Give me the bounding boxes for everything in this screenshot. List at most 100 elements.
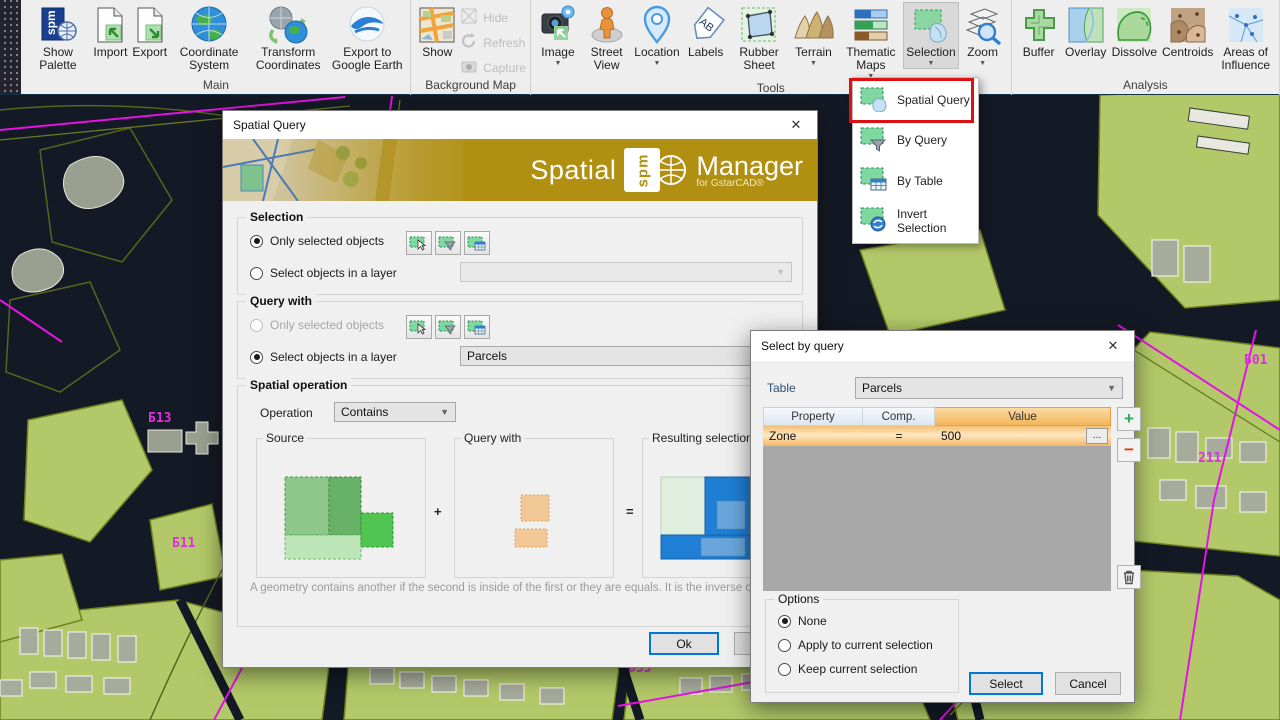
capture-background-button[interactable]: Capture [460, 57, 526, 78]
options-groupbox: Options None Apply to current selection … [765, 599, 959, 693]
by-table-icon [859, 166, 889, 195]
spatial-operation-groupbox: Spatial operation Operation Contains ▼ S… [237, 385, 803, 627]
clear-conditions-button[interactable] [1117, 565, 1141, 589]
radio-apply-to-current-selection[interactable]: Apply to current selection [778, 638, 933, 652]
select-button[interactable]: Select [969, 672, 1043, 695]
add-condition-button[interactable]: + [1117, 407, 1141, 431]
table-selection-button[interactable] [464, 231, 490, 255]
coordinate-system-button[interactable]: Coordinate System [170, 3, 248, 73]
radio-query-only-selected[interactable]: Only selected objects [250, 318, 384, 332]
menu-item-invert-selection[interactable]: Invert Selection [853, 201, 978, 241]
zoom-button[interactable]: Zoom ▼ [959, 3, 1007, 68]
refresh-icon [460, 32, 478, 53]
filter-query-button[interactable] [435, 315, 461, 339]
dialog-titlebar[interactable]: Select by query ✕ [751, 331, 1134, 361]
filter-selection-button[interactable] [435, 231, 461, 255]
operation-combobox[interactable]: Contains ▼ [334, 402, 456, 422]
pick-query-button[interactable] [406, 315, 432, 339]
labels-button[interactable]: AB Labels [683, 3, 729, 60]
centroids-button[interactable]: Centroids [1160, 3, 1215, 60]
radio-none[interactable]: None [778, 614, 933, 628]
close-icon[interactable]: ✕ [1092, 331, 1134, 361]
transform-globes-icon [265, 4, 311, 46]
close-icon[interactable]: ✕ [775, 111, 817, 139]
source-diagram [257, 439, 425, 577]
ribbon: spm Show Palette Import [0, 0, 1280, 95]
export-google-earth-button[interactable]: Export to Google Earth [328, 3, 406, 73]
hide-background-button[interactable]: Hide [460, 7, 526, 28]
dialog-titlebar[interactable]: Spatial Query ✕ [223, 111, 817, 139]
plus-symbol: + [434, 504, 442, 519]
source-panel: Source [256, 438, 426, 578]
cell-value: 500 [935, 426, 1075, 446]
radio-query-layer[interactable]: Select objects in a layer [250, 350, 397, 364]
import-button[interactable]: Import [91, 3, 129, 60]
selection-button[interactable]: Selection ▼ [904, 3, 957, 68]
radio-select-objects-in-layer[interactable]: Select objects in a layer [250, 266, 397, 280]
thematic-maps-icon [849, 4, 893, 46]
value-browse-button[interactable]: ... [1086, 428, 1108, 444]
svg-text:Б01: Б01 [1244, 353, 1268, 368]
export-button[interactable]: Export [130, 3, 169, 60]
menu-item-by-query[interactable]: By Query [853, 120, 978, 160]
terrain-button[interactable]: Terrain ▼ [790, 3, 838, 68]
menu-item-by-table[interactable]: By Table [853, 161, 978, 201]
transform-coordinates-button[interactable]: Transform Coordinates [249, 3, 327, 73]
chevron-down-icon: ▼ [1107, 383, 1116, 393]
selection-layer-combobox[interactable]: ▼ [460, 262, 792, 282]
grid-header-row: Property Comp. Value [763, 407, 1111, 426]
thematic-maps-button[interactable]: Thematic Maps ▼ [839, 3, 904, 81]
ribbon-group-background-map: Show Hide Refresh [411, 0, 531, 95]
by-query-icon [859, 126, 889, 155]
column-header-comp[interactable]: Comp. [863, 407, 935, 426]
ribbon-group-main: spm Show Palette Import [21, 0, 411, 95]
import-icon [93, 4, 127, 46]
svg-text:211: 211 [1198, 451, 1222, 466]
capture-icon [460, 57, 478, 78]
spm-palette-icon: spm [38, 4, 78, 46]
dissolve-button[interactable]: Dissolve [1110, 3, 1159, 60]
location-button[interactable]: Location ▼ [632, 3, 681, 68]
column-header-value[interactable]: Value [935, 407, 1111, 426]
query-grid: Property Comp. Value Zone = 500 ... [763, 407, 1111, 591]
show-background-button[interactable]: Show [415, 3, 459, 60]
pick-selection-button[interactable] [406, 231, 432, 255]
cancel-button[interactable]: Cancel [1055, 672, 1121, 695]
selection-dropdown-menu: Spatial Query By Query By Table Invert S… [852, 77, 979, 244]
query-layer-combobox[interactable]: Parcels ▼ [460, 346, 792, 366]
zoom-layers-icon [961, 4, 1005, 46]
buffer-icon [1018, 4, 1060, 46]
equals-symbol: = [626, 504, 634, 519]
ok-button[interactable]: Ok [649, 632, 719, 655]
hide-icon [460, 7, 478, 28]
menu-item-spatial-query[interactable]: Spatial Query [853, 80, 978, 120]
rubber-sheet-icon [738, 4, 780, 46]
spatial-manager-logo: Spatial spm Manager for GstarCAD® [530, 139, 803, 201]
rubber-sheet-button[interactable]: Rubber Sheet [730, 3, 789, 73]
remove-condition-button[interactable]: − [1117, 438, 1141, 462]
overlay-button[interactable]: Overlay [1063, 3, 1109, 60]
invert-selection-icon [859, 206, 889, 235]
areas-of-influence-button[interactable]: Areas of Influence [1216, 3, 1275, 73]
query-with-panel: Query with [454, 438, 614, 578]
label-tag-icon: AB [685, 4, 727, 46]
svg-text:Б13: Б13 [148, 411, 171, 426]
table-combobox[interactable]: Parcels ▼ [855, 377, 1123, 399]
overlay-icon [1065, 4, 1107, 46]
column-header-property[interactable]: Property [763, 407, 863, 426]
operation-help-text: A geometry contains another if the secon… [250, 582, 790, 594]
brand-banner: Spatial spm Manager for GstarCAD® [223, 139, 817, 201]
radio-keep-current-selection[interactable]: Keep current selection [778, 662, 933, 676]
refresh-background-button[interactable]: Refresh [460, 32, 526, 53]
radio-only-selected-objects[interactable]: Only selected objects [250, 234, 384, 248]
location-pin-icon [637, 4, 677, 46]
spatial-query-icon [859, 86, 889, 115]
buffer-button[interactable]: Buffer [1016, 3, 1062, 60]
cell-property: Zone [763, 426, 863, 446]
image-button[interactable]: Image ▼ [535, 3, 581, 68]
street-view-button[interactable]: Street View [582, 3, 631, 73]
grid-row-zone[interactable]: Zone = 500 ... [763, 426, 1111, 446]
show-palette-button[interactable]: spm Show Palette [25, 3, 90, 73]
table-query-button[interactable] [464, 315, 490, 339]
cell-comp: = [863, 426, 935, 446]
